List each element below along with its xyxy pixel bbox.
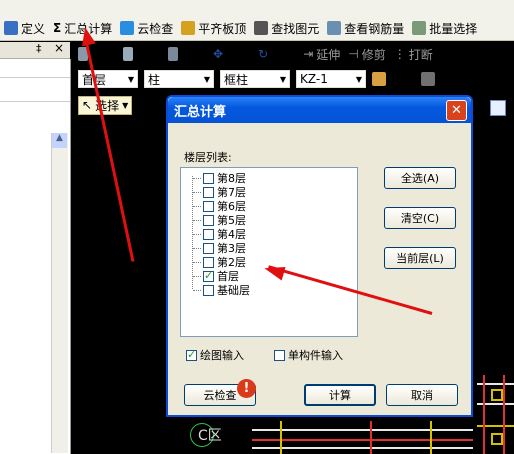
batch-select-icon (412, 21, 427, 35)
select-button[interactable]: ↖ 选择 ▼ (78, 95, 133, 115)
floor-list-label: 楼层列表: (184, 151, 232, 164)
extend-button[interactable]: ⇥ 延伸 (303, 46, 340, 63)
chevron-down-icon: ▼ (122, 100, 129, 110)
floor-name: 基础层 (217, 284, 250, 297)
draw-input-check-box (186, 348, 197, 361)
single-input-check-box (274, 349, 285, 361)
binoculars-icon (254, 21, 269, 35)
toolbar-row-3: 首层▼ 柱▼ 框柱▼ KZ-1▼ 属性 编辑钢筋 (78, 69, 494, 89)
floor-item[interactable]: 首层 (203, 269, 239, 283)
dialog-title: 汇总计算 (174, 104, 227, 120)
chevron-down-icon: ▼ (355, 74, 362, 84)
type-select[interactable]: 框柱 ▼ (220, 70, 290, 88)
view-rebar-icon (327, 21, 342, 35)
table-button-fragment[interactable]: 表 (475, 99, 487, 116)
clear-button[interactable]: 清空(C) (384, 207, 456, 229)
floor-checkbox[interactable] (203, 186, 214, 198)
rotate-button[interactable]: ↻ 旋转 (258, 46, 295, 63)
move-icon: ✥ (213, 47, 224, 61)
sigma-icon: Σ (53, 21, 62, 35)
break-button[interactable]: ⋮ 打断 (394, 46, 433, 63)
mirror-icon (168, 47, 179, 61)
single-input-checkbox[interactable]: 单构件输入 (274, 347, 343, 363)
floor-item[interactable]: 第7层 (203, 185, 246, 199)
toolbar-row-4: ↖ 选择 ▼ (78, 95, 140, 115)
floor-checkbox[interactable] (203, 228, 214, 240)
close-icon[interactable]: × (54, 41, 64, 55)
cloud-check-icon (120, 21, 135, 35)
floor-select[interactable]: 首层▼ (78, 70, 138, 88)
view-rebar-button[interactable]: 查看钢筋量 (327, 20, 404, 37)
table-icon (490, 100, 506, 116)
extend-icon: ⇥ (303, 47, 314, 61)
select-all-button[interactable]: 全选(A) (384, 167, 456, 189)
trim-icon: ⊣ (348, 47, 359, 61)
level-slab-button[interactable]: 平齐板顶 (181, 20, 246, 37)
floor-checkbox[interactable] (203, 269, 214, 282)
cad-drawing-bottom: C区 (190, 417, 473, 454)
summary-calc-dialog: 汇总计算 ✕ 楼层列表: 第8层第7层第6层第5层第4层第3层第2层首层基础层 … (166, 95, 473, 417)
cad-drawing (473, 375, 514, 454)
define-button[interactable]: 定义 (4, 20, 45, 37)
current-floor-button[interactable]: 当前层(L) (384, 247, 456, 269)
cancel-button[interactable]: 取消 (386, 384, 458, 406)
cloud-check-button[interactable]: 云检查 (120, 20, 173, 37)
panel-header: ‡ × (0, 41, 70, 59)
pointer-icon: ↖ (82, 98, 93, 112)
category-select[interactable]: 柱 ▼ (144, 70, 214, 88)
edit-rebar-icon (421, 72, 436, 86)
property-button[interactable]: 属性 (372, 71, 413, 88)
delete-button[interactable]: 删除 (78, 46, 115, 63)
chevron-down-icon: ▼ (203, 74, 210, 84)
property-icon (372, 72, 386, 86)
rotate-icon: ↻ (258, 47, 269, 61)
floor-list: 第8层第7层第6层第5层第4层第3层第2层首层基础层 (180, 167, 358, 337)
floor-checkbox[interactable] (203, 284, 214, 296)
move-button[interactable]: ✥ 移动 (213, 46, 250, 63)
floor-checkbox[interactable] (203, 172, 214, 184)
floor-item[interactable]: 第3层 (203, 241, 246, 255)
warning-icon: ! (237, 379, 256, 398)
batch-select-button[interactable]: 批量选择 (412, 20, 477, 37)
floor-item[interactable]: 第6层 (203, 199, 246, 213)
edit-rebar-button[interactable]: 编辑钢筋 (421, 71, 486, 88)
draw-input-checkbox[interactable]: 绘图输入 (186, 347, 244, 363)
copy-icon (123, 47, 134, 61)
chevron-down-icon: ▼ (127, 74, 134, 84)
define-icon (4, 21, 18, 35)
left-panel: ▲ (0, 59, 71, 454)
mirror-button[interactable]: 镜像 (168, 46, 205, 63)
floor-item[interactable]: 第8层 (203, 171, 246, 185)
calculate-button[interactable]: 计算 (304, 384, 376, 406)
close-icon[interactable]: ✕ (446, 100, 467, 121)
floor-checkbox[interactable] (203, 200, 214, 212)
toolbar-row-1: 定义 Σ 汇总计算 云检查 平齐板顶 查找图元 查看钢筋量 批量选择 (4, 18, 485, 38)
floor-checkbox[interactable] (203, 242, 214, 254)
floor-item[interactable]: 基础层 (203, 283, 250, 297)
scroll-up-icon[interactable]: ▲ (52, 133, 67, 148)
element-select[interactable]: KZ-1 ▼ (296, 70, 366, 88)
trim-button[interactable]: ⊣ 修剪 (348, 46, 385, 63)
cad-label: C区 (198, 428, 222, 444)
floor-item[interactable]: 第5层 (203, 213, 246, 227)
floor-item[interactable]: 第4层 (203, 227, 246, 241)
break-icon: ⋮ (393, 47, 406, 61)
pin-icon[interactable]: ‡ (36, 42, 42, 55)
level-slab-icon (181, 21, 196, 35)
floor-item[interactable]: 第2层 (203, 255, 246, 269)
copy-button[interactable]: 复制 (123, 46, 160, 63)
find-element-button[interactable]: 查找图元 (254, 20, 319, 37)
toolbar-row-2: 删除 复制 镜像 ✥ 移动 ↻ 旋转 ⇥ 延伸 ⊣ 修剪 ⋮ 打断 (78, 44, 441, 64)
dialog-title-bar[interactable]: 汇总计算 (168, 97, 471, 123)
panel-scrollbar[interactable]: ▲ (51, 133, 68, 453)
chevron-down-icon: ▼ (279, 74, 286, 84)
floor-checkbox[interactable] (203, 214, 214, 226)
floor-checkbox[interactable] (203, 256, 214, 268)
